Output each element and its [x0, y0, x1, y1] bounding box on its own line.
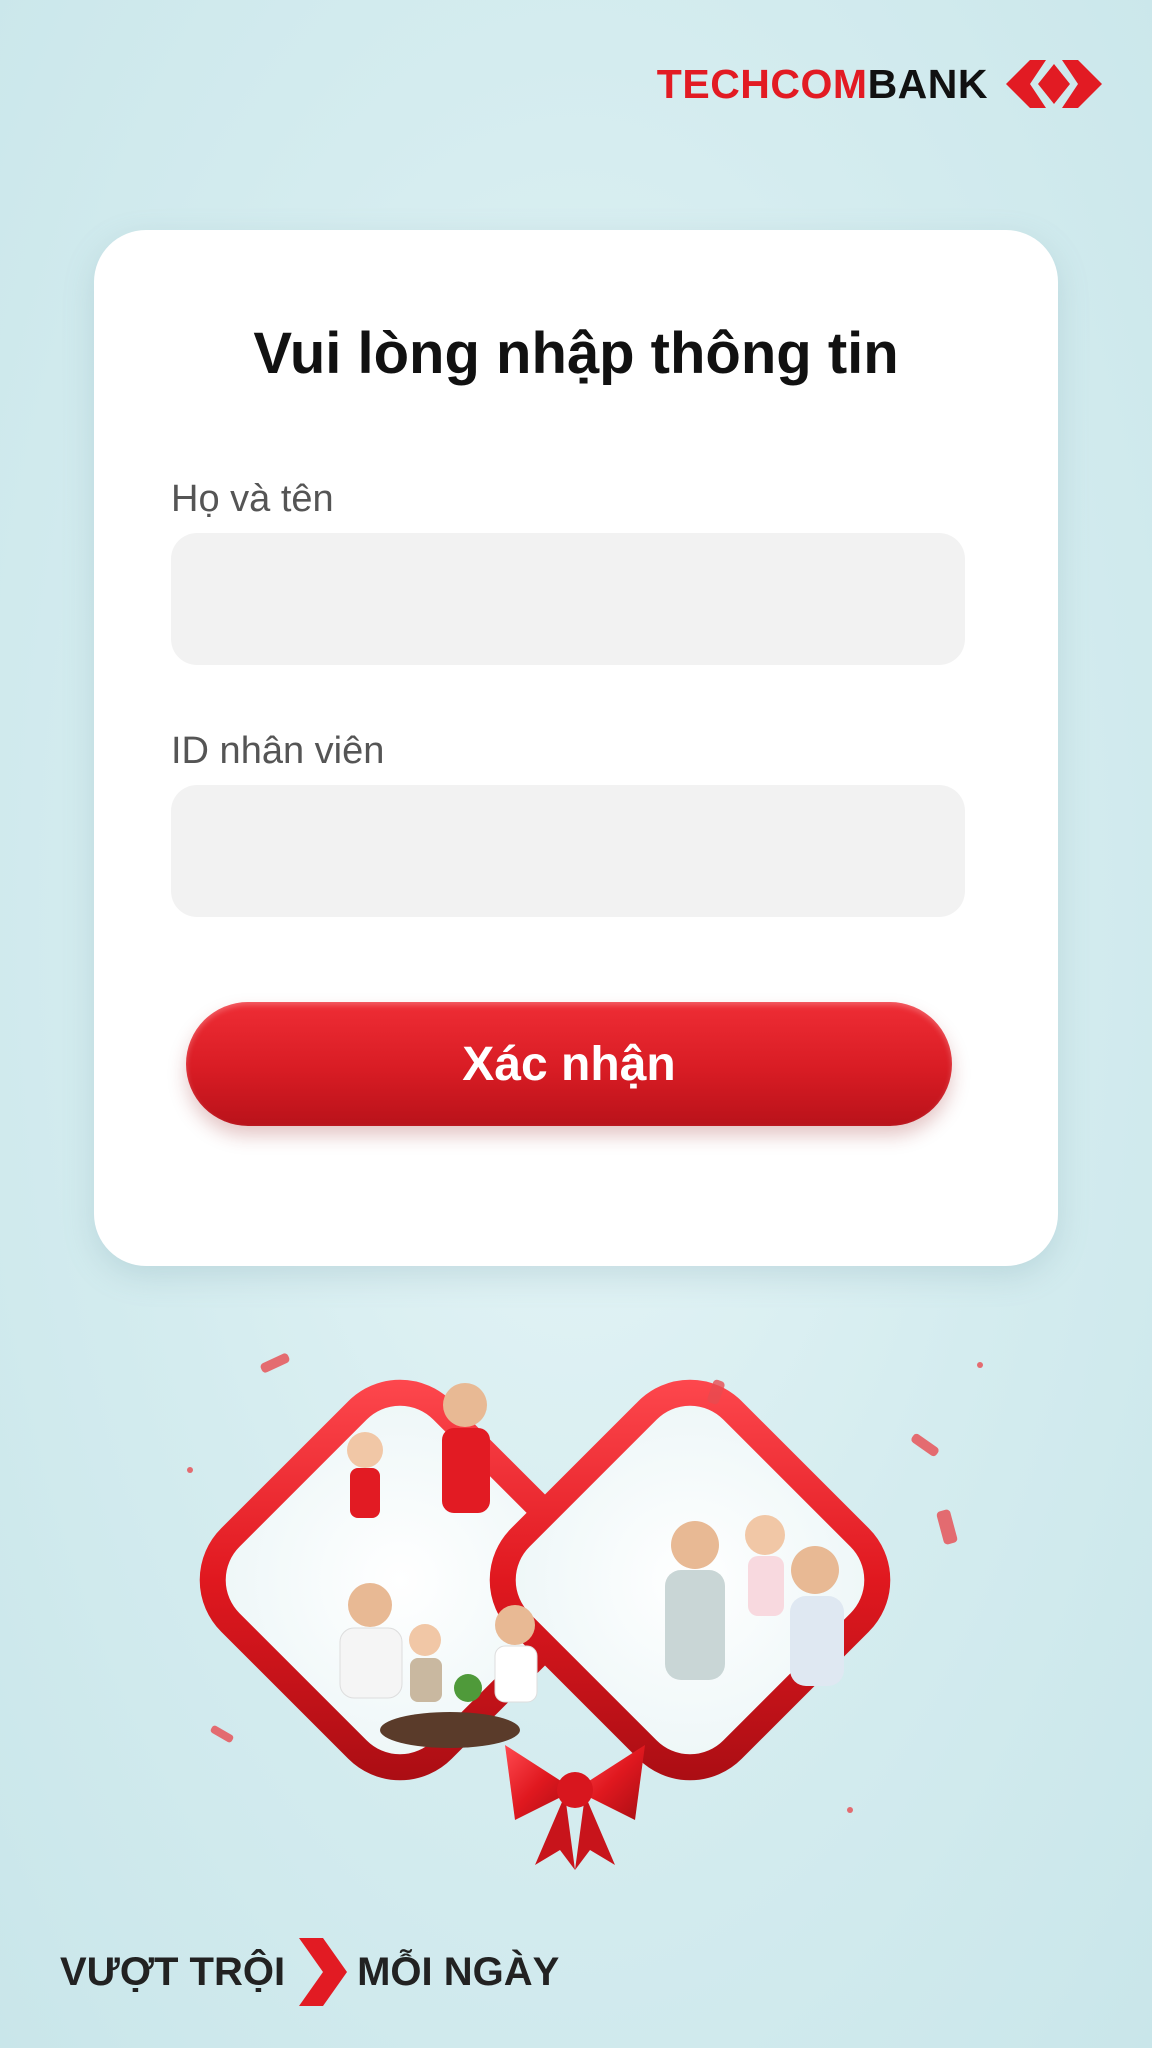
brand-slogan: VƯỢT TRỘI MỖI NGÀY: [60, 1938, 559, 2006]
info-form-card: Vui lòng nhập thông tin Họ và tên ID nhâ…: [94, 230, 1058, 1266]
form-title: Vui lòng nhập thông tin: [253, 321, 899, 386]
techcombank-logo: TECHCOMBANK: [657, 52, 1102, 116]
employee-id-input[interactable]: [171, 785, 965, 917]
logo-wordmark: TECHCOMBANK: [656, 60, 988, 107]
full-name-input[interactable]: [171, 533, 965, 665]
gift-bow: [505, 1745, 645, 1870]
confirm-button[interactable]: Xác nhận: [186, 1002, 952, 1126]
slogan-right: MỖI NGÀY: [357, 1949, 560, 1994]
employee-id-label: ID nhân viên: [171, 730, 385, 772]
logo-wordmark-part2: BANK: [867, 60, 988, 107]
chevron-brand-icon: [299, 1938, 348, 2006]
techcombank-diamond-icon: [1006, 60, 1102, 108]
full-name-label: Họ và tên: [171, 478, 334, 520]
logo-wordmark-part1: TECHCOM: [656, 60, 868, 107]
family-ribbon-illustration: [187, 1353, 983, 1870]
slogan-left: VƯỢT TRỘI: [60, 1949, 286, 1994]
